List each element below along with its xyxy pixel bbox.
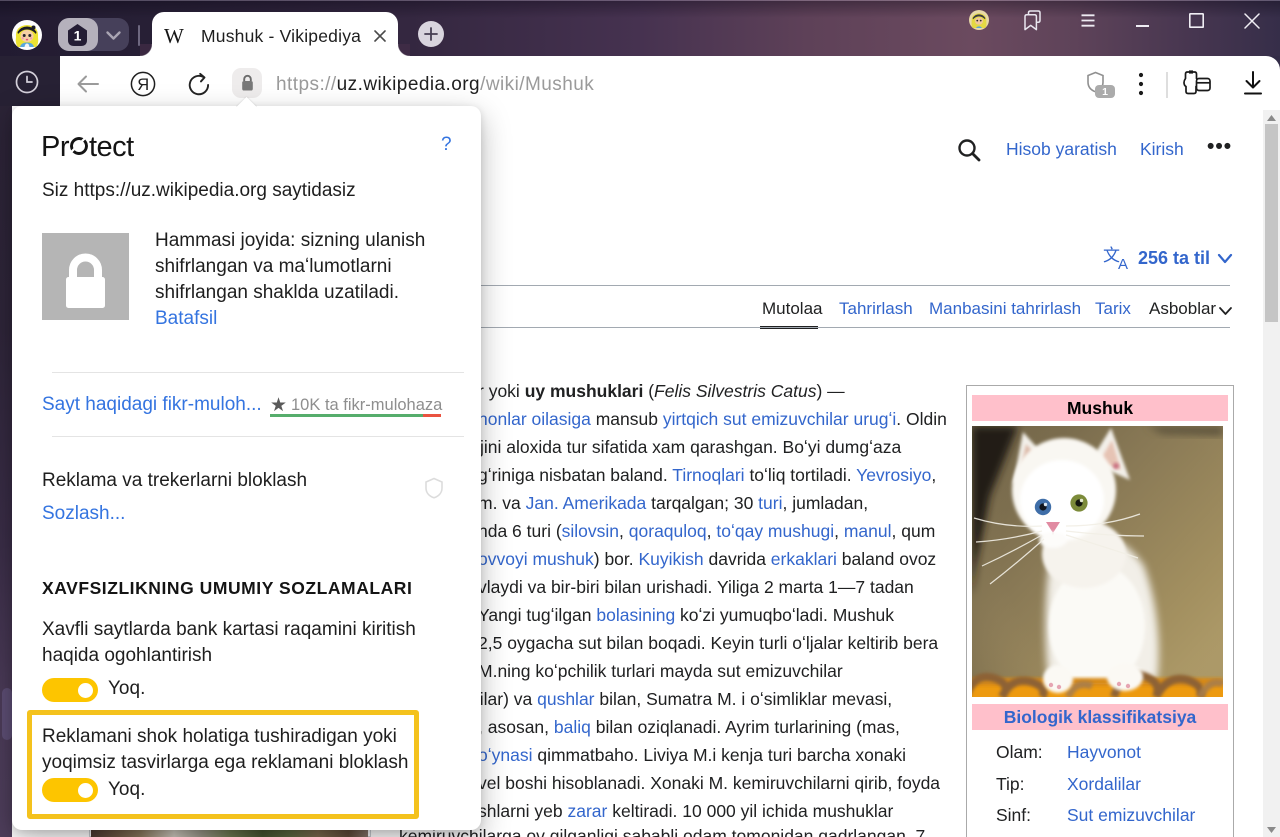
svg-text:Я: Я bbox=[137, 76, 149, 94]
svg-text:A: A bbox=[1118, 256, 1128, 271]
svg-text:1: 1 bbox=[1102, 86, 1108, 98]
svg-text:1: 1 bbox=[74, 28, 82, 44]
